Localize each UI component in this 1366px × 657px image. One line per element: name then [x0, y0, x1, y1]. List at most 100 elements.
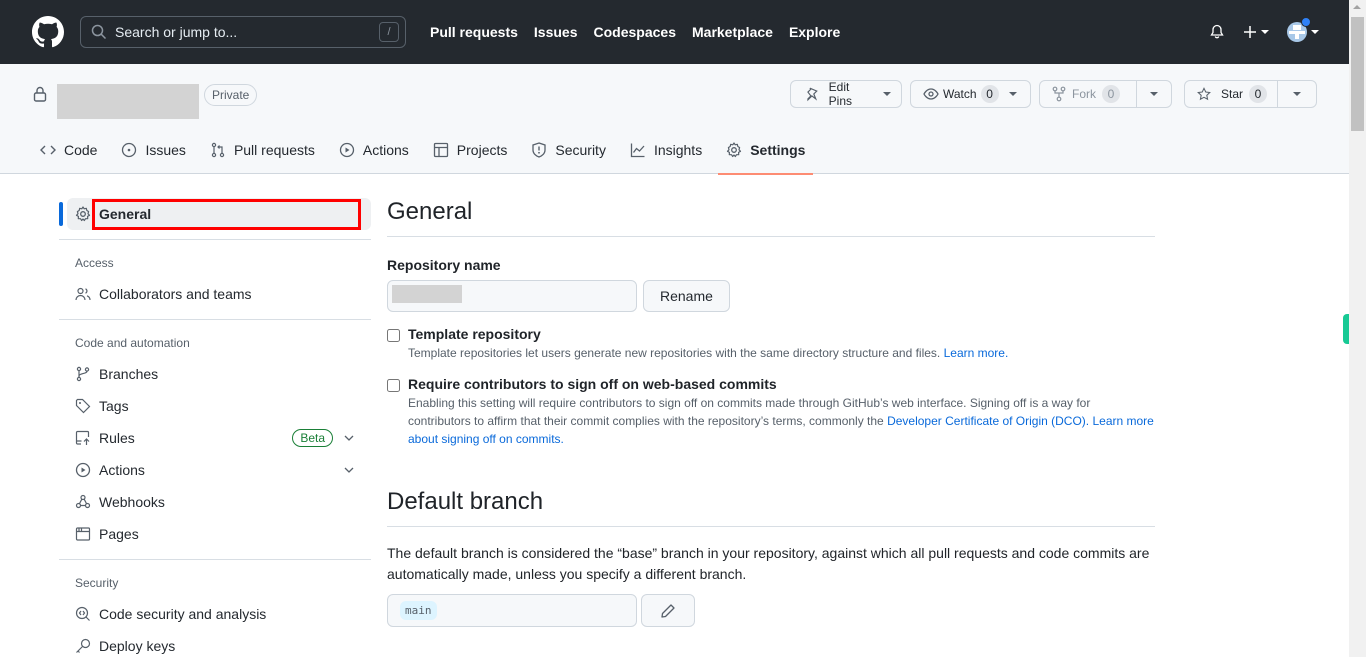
- repo-forked-icon: [1052, 86, 1066, 102]
- search-shortcut-key: /: [379, 22, 399, 42]
- fork-button[interactable]: Fork 0: [1040, 81, 1136, 107]
- sidebar-item-label: Actions: [99, 462, 145, 478]
- option-title: Template repository: [408, 326, 541, 342]
- bell-icon: [1210, 24, 1224, 39]
- redacted-value: [392, 285, 462, 303]
- chevron-down-icon: [1293, 92, 1301, 96]
- sidebar-item-label: Rules: [99, 430, 135, 446]
- page: Search or jump to... / Pull requests Iss…: [0, 0, 1366, 657]
- unread-indicator: [1301, 17, 1311, 27]
- sidebar-item-pages[interactable]: Pages: [59, 518, 371, 550]
- tab-insights[interactable]: Insights: [622, 125, 710, 174]
- tab-security[interactable]: Security: [523, 125, 614, 174]
- template-repository-checkbox[interactable]: [387, 329, 400, 342]
- tab-label: Issues: [145, 141, 186, 158]
- star-count: 0: [1249, 85, 1267, 103]
- scroll-up-arrow[interactable]: [1353, 5, 1361, 9]
- tab-projects[interactable]: Projects: [425, 125, 516, 174]
- chevron-down-icon[interactable]: [343, 464, 355, 476]
- option-title: Require contributors to sign off on web-…: [408, 376, 777, 392]
- shield-icon: [532, 141, 547, 158]
- tab-pull-requests[interactable]: Pull requests: [202, 125, 323, 174]
- sidebar-heading-access: Access: [75, 256, 114, 270]
- vertical-scrollbar[interactable]: [1349, 0, 1366, 657]
- people-icon: [75, 287, 91, 301]
- gear-icon: [727, 141, 742, 157]
- global-header: Search or jump to... / Pull requests Iss…: [0, 0, 1349, 64]
- tab-actions[interactable]: Actions: [331, 125, 417, 174]
- star-dropdown-button[interactable]: [1277, 81, 1316, 107]
- active-indicator: [59, 202, 63, 226]
- plus-icon: [1244, 26, 1256, 38]
- sidebar-item-actions[interactable]: Actions: [59, 454, 371, 486]
- lock-icon: [33, 86, 47, 102]
- play-icon: [75, 462, 91, 478]
- watch-button[interactable]: Watch 0: [910, 80, 1031, 108]
- divider: [59, 239, 371, 240]
- tab-label: Actions: [362, 141, 409, 158]
- repo-actions: Edit Pins Watch 0 Fork 0 Star 0: [790, 80, 1317, 108]
- nav-issues[interactable]: Issues: [534, 24, 578, 40]
- sidebar-item-branches[interactable]: Branches: [59, 358, 371, 390]
- github-mark-icon[interactable]: [32, 16, 64, 48]
- global-nav: Pull requests Issues Codespaces Marketpl…: [430, 0, 840, 64]
- nav-pull-requests[interactable]: Pull requests: [430, 24, 518, 40]
- nav-codespaces[interactable]: Codespaces: [594, 24, 676, 40]
- tag-icon: [75, 398, 91, 414]
- pencil-icon: [661, 603, 675, 618]
- fork-dropdown-button[interactable]: [1136, 81, 1171, 107]
- branch-name: main: [400, 601, 437, 620]
- tab-label: Pull requests: [233, 141, 315, 158]
- tab-code[interactable]: Code: [32, 125, 105, 174]
- sidebar-item-collaborators[interactable]: Collaborators and teams: [59, 278, 371, 310]
- notifications-button[interactable]: [1209, 24, 1225, 40]
- scroll-thumb[interactable]: [1351, 17, 1364, 131]
- default-branch-row: main: [387, 594, 1155, 627]
- sidebar-item-rules[interactable]: Rules Beta: [59, 422, 371, 454]
- tab-settings[interactable]: Settings: [718, 125, 814, 175]
- edit-default-branch-button[interactable]: [641, 594, 695, 627]
- sidebar-item-code-security[interactable]: Code security and analysis: [59, 598, 371, 630]
- chevron-down-icon: [883, 92, 891, 96]
- nav-explore[interactable]: Explore: [789, 24, 840, 40]
- sidebar-item-general[interactable]: General: [67, 198, 371, 230]
- repo-name-redacted[interactable]: [57, 84, 199, 119]
- repo-tabs: Code Issues Pull requests Actions Projec…: [32, 125, 821, 175]
- sidebar-item-label: Code security and analysis: [99, 606, 267, 622]
- default-branch-description: The default branch is considered the “ba…: [387, 545, 1150, 582]
- repo-header: Private Edit Pins Watch 0 Fork 0 Star 0 …: [0, 64, 1349, 175]
- beta-badge: Beta: [292, 429, 333, 447]
- chevron-down-icon: [1261, 30, 1269, 34]
- git-branch-icon: [76, 366, 90, 382]
- sidebar-item-label: Branches: [99, 366, 159, 382]
- description-text: Template repositories let users generate…: [408, 346, 941, 360]
- create-new-button[interactable]: [1243, 25, 1269, 39]
- star-button[interactable]: Star 0: [1185, 81, 1277, 107]
- edit-pins-button[interactable]: Edit Pins: [790, 80, 902, 108]
- issue-opened-icon: [122, 142, 137, 157]
- tab-label: Insights: [653, 141, 703, 158]
- tab-issues[interactable]: Issues: [113, 125, 193, 174]
- dco-link[interactable]: Developer Certificate of Origin (DCO).: [887, 414, 1089, 428]
- search-input[interactable]: Search or jump to... /: [80, 16, 406, 48]
- sidebar-item-deploy-keys[interactable]: Deploy keys: [59, 630, 371, 657]
- repo-push-icon: [75, 430, 90, 445]
- learn-more-link[interactable]: Learn more.: [944, 346, 1009, 360]
- play-icon: [339, 142, 355, 157]
- chevron-down-icon: [1150, 92, 1158, 96]
- nav-marketplace[interactable]: Marketplace: [692, 24, 773, 40]
- chevron-down-icon: [1311, 30, 1319, 34]
- sidebar-heading-code-automation: Code and automation: [75, 336, 190, 350]
- fork-label: Fork: [1072, 87, 1096, 101]
- signoff-checkbox[interactable]: [387, 379, 400, 392]
- header-actions: [1209, 0, 1319, 64]
- chevron-down-icon[interactable]: [343, 432, 355, 444]
- sidebar-item-webhooks[interactable]: Webhooks: [59, 486, 371, 518]
- repo-name-input[interactable]: [387, 280, 637, 312]
- edit-pins-label: Edit Pins: [828, 80, 852, 108]
- sidebar-item-tags[interactable]: Tags: [59, 390, 371, 422]
- rename-button[interactable]: Rename: [643, 280, 730, 312]
- user-menu-button[interactable]: [1287, 17, 1319, 42]
- watch-count: 0: [980, 85, 999, 103]
- default-branch-field: main: [387, 594, 637, 627]
